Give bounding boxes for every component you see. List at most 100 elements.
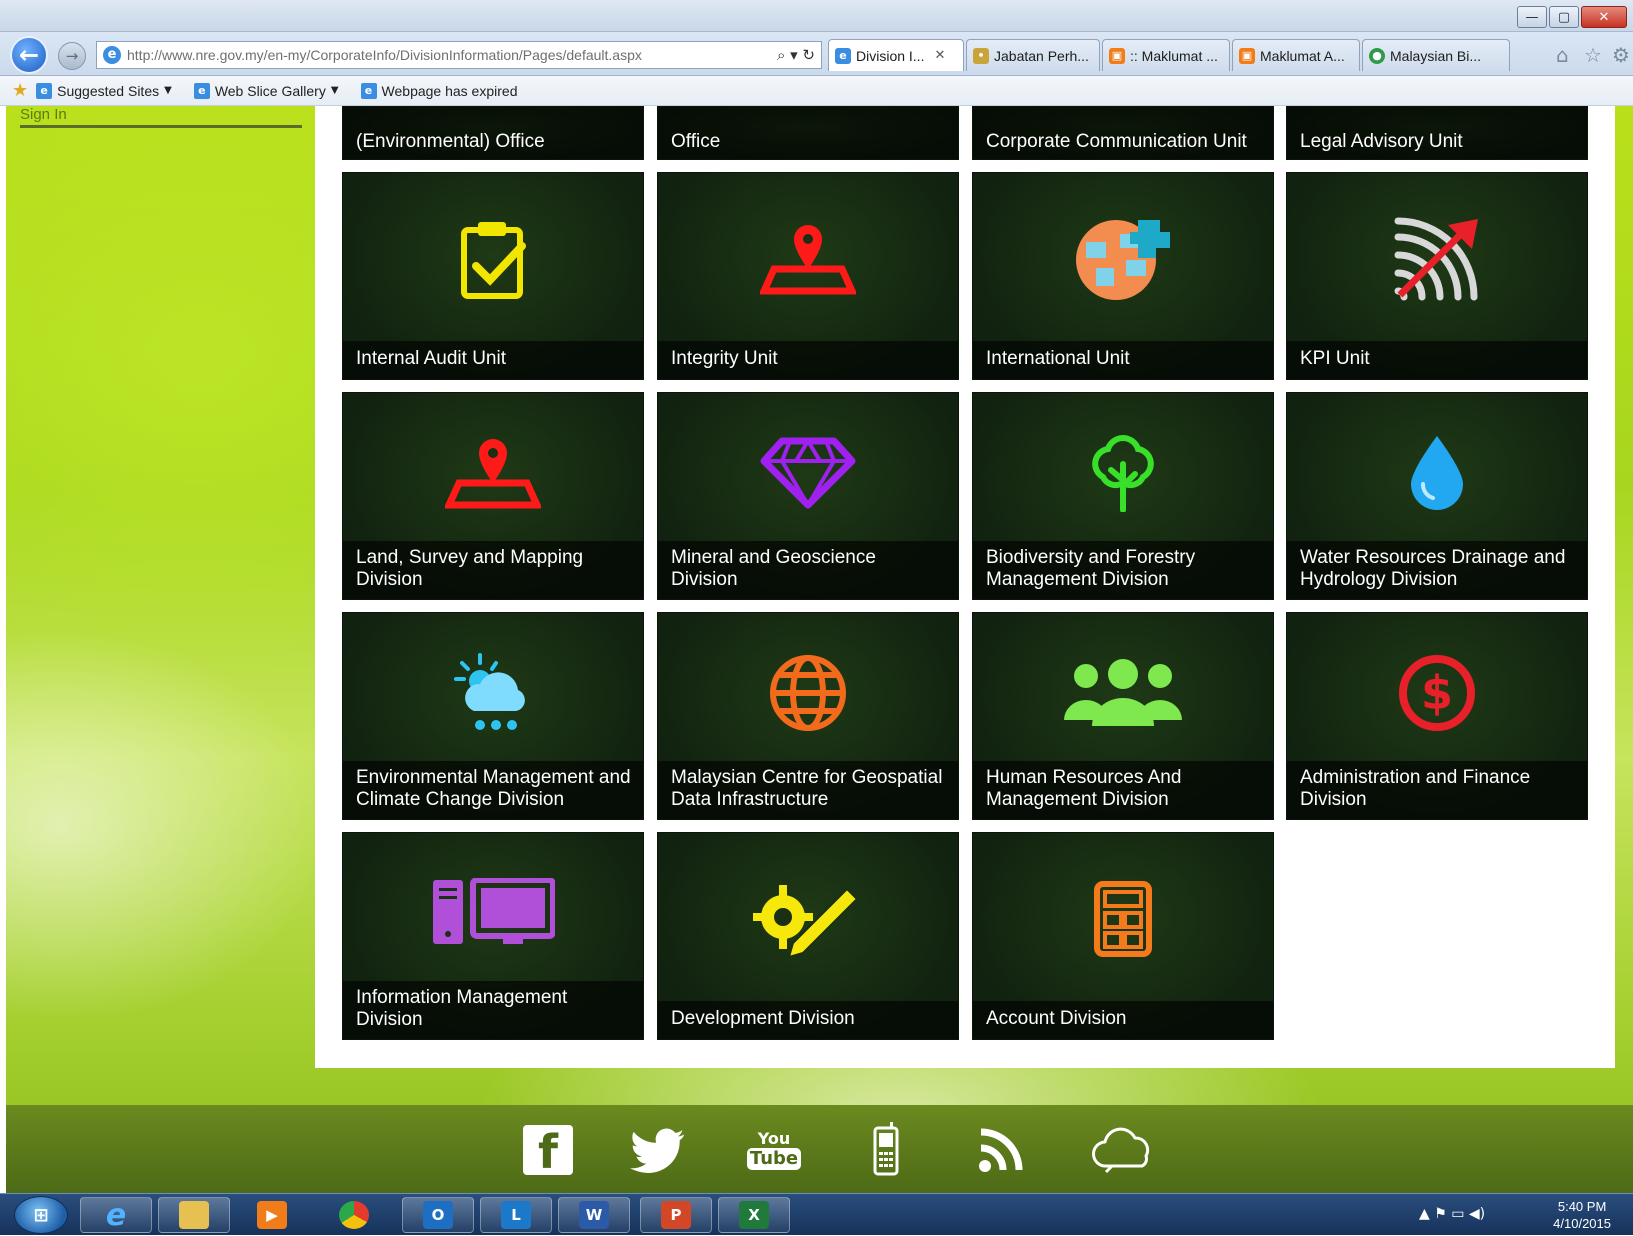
start-button[interactable]: ⊞ [14, 1196, 68, 1234]
signal-arrow-icon [1287, 173, 1587, 345]
site-icon: ▣ [1109, 47, 1125, 64]
window-title-bar: — ▢ ✕ [0, 0, 1633, 32]
tile-administration-finance[interactable]: $ Administration and Finance Division [1286, 612, 1588, 820]
tile-environmental-climate[interactable]: Environmental Management and Climate Cha… [342, 612, 644, 820]
people-group-icon [973, 613, 1273, 773]
chevron-down-icon: ▼ [330, 85, 339, 96]
address-bar[interactable]: e http://www.nre.gov.my/en-my/CorporateI… [96, 41, 822, 69]
dollar-circle-icon: $ [1287, 613, 1587, 773]
lync-icon: L [501, 1201, 531, 1229]
tile-international-unit[interactable]: International Unit [972, 172, 1274, 380]
close-tab-icon[interactable]: ✕ [934, 48, 945, 63]
taskbar-lync[interactable]: L [480, 1197, 552, 1233]
tile-account-division[interactable]: Account Division [972, 832, 1274, 1040]
water-drop-icon [1287, 393, 1587, 553]
tile-geospatial-data[interactable]: Malaysian Centre for Geospatial Data Inf… [657, 612, 959, 820]
tile-integrity-unit[interactable]: Integrity Unit [657, 172, 959, 380]
tile-label: KPI Unit [1287, 341, 1587, 379]
taskbar-media-player[interactable]: ▶ [236, 1197, 308, 1233]
tile-label: Malaysian Centre for Geospatial Data Inf… [658, 761, 958, 819]
taskbar-excel[interactable]: X [718, 1197, 790, 1233]
system-tray: ▲ ⚑ ▭ ◀) 5:40 PM 4/10/2015 [1415, 1194, 1625, 1236]
tab-label: Jabatan Perh... [994, 47, 1089, 64]
forward-button[interactable]: → [58, 42, 86, 70]
tab-maklumat-1[interactable]: ▣ :: Maklumat ... [1102, 39, 1230, 71]
site-icon: ▣ [1239, 47, 1255, 64]
facebook-icon[interactable]: f [520, 1123, 576, 1177]
diamond-icon [658, 393, 958, 553]
tab-label: Division I... [856, 47, 925, 64]
tile-office[interactable]: Office [657, 106, 959, 160]
tile-label: Internal Audit Unit [343, 341, 643, 379]
fav-suggested-sites[interactable]: e Suggested Sites ▼ [36, 82, 172, 99]
tile-label: Mineral and Geoscience Division [658, 541, 958, 599]
page-left-edge [0, 106, 6, 1192]
tab-malaysian-biodiversity[interactable]: ● Malaysian Bi... [1362, 39, 1510, 71]
settings-gear-icon[interactable]: ⚙ [1612, 43, 1630, 67]
tile-legal-advisory-unit[interactable]: Legal Advisory Unit [1286, 106, 1588, 160]
puzzle-globe-icon [973, 173, 1273, 345]
map-pin-icon [343, 393, 643, 553]
tile-land-survey-mapping[interactable]: Land, Survey and Mapping Division [342, 392, 644, 600]
back-button[interactable]: ← [10, 36, 48, 74]
fav-label: Webpage has expired [381, 82, 518, 99]
maximize-button[interactable]: ▢ [1549, 6, 1579, 28]
tile-biodiversity-forestry[interactable]: Biodiversity and Forestry Management Div… [972, 392, 1274, 600]
youtube-icon[interactable]: You Tube [746, 1123, 802, 1177]
page-body: Sign In (Environmental) Office Office Co… [0, 106, 1633, 1192]
tile-human-resources[interactable]: Human Resources And Management Division [972, 612, 1274, 820]
tile-label: Office [658, 107, 958, 159]
tile-label: Development Division [658, 1001, 958, 1039]
globe-icon [658, 613, 958, 773]
pin-icon: • [973, 47, 989, 64]
tile-development-division[interactable]: Development Division [657, 832, 959, 1040]
clock-date: 4/10/2015 [1553, 1216, 1611, 1231]
tile-corporate-communication-unit[interactable]: Corporate Communication Unit [972, 106, 1274, 160]
tab-maklumat-2[interactable]: ▣ Maklumat A... [1232, 39, 1360, 71]
gear-pencil-icon [658, 833, 958, 1005]
clock[interactable]: 5:40 PM 4/10/2015 [1553, 1198, 1611, 1232]
address-url[interactable]: http://www.nre.gov.my/en-my/CorporateInf… [127, 47, 777, 63]
tab-division-information[interactable]: e Division I... ✕ [828, 39, 964, 71]
close-window-button[interactable]: ✕ [1581, 6, 1627, 28]
taskbar-file-explorer[interactable] [158, 1197, 230, 1233]
taskbar-chrome[interactable] [318, 1197, 390, 1233]
excel-icon: X [739, 1201, 769, 1229]
tile-mineral-geoscience[interactable]: Mineral and Geoscience Division [657, 392, 959, 600]
twitter-icon[interactable] [630, 1123, 686, 1177]
tile-environmental-office[interactable]: (Environmental) Office [342, 106, 644, 160]
tray-icons[interactable]: ▲ ⚑ ▭ ◀) [1419, 1206, 1485, 1222]
tile-kpi-unit[interactable]: KPI Unit [1286, 172, 1588, 380]
tile-water-resources[interactable]: Water Resources Drainage and Hydrology D… [1286, 392, 1588, 600]
outlook-icon: O [423, 1201, 453, 1229]
favorites-star-icon[interactable]: ☆ [1584, 43, 1602, 67]
taskbar-word[interactable]: W [558, 1197, 630, 1233]
footer-social-bar: f You Tube [6, 1105, 1633, 1193]
tile-internal-audit-unit[interactable]: Internal Audit Unit [342, 172, 644, 380]
word-icon: W [579, 1201, 609, 1229]
address-search-refresh-icons[interactable]: ⌕ ▾ ↻ [777, 46, 821, 64]
tile-information-management[interactable]: Information Management Division [342, 832, 644, 1040]
ie-page-icon: e [103, 46, 121, 64]
chevron-down-icon: ▼ [164, 85, 172, 96]
minimize-button[interactable]: — [1517, 6, 1547, 28]
rss-icon[interactable] [974, 1123, 1030, 1177]
mobile-icon[interactable] [858, 1122, 914, 1177]
chrome-icon [339, 1201, 369, 1229]
fav-webpage-expired[interactable]: e Webpage has expired [360, 82, 518, 99]
tile-label: Human Resources And Management Division [973, 761, 1273, 819]
powerpoint-icon: P [661, 1201, 691, 1229]
taskbar-internet-explorer[interactable]: e [80, 1197, 152, 1233]
sign-in-link[interactable]: Sign In [20, 106, 302, 128]
taskbar-outlook[interactable]: O [402, 1197, 474, 1233]
tab-jabatan[interactable]: • Jabatan Perh... [966, 39, 1100, 71]
tile-label: Water Resources Drainage and Hydrology D… [1287, 541, 1587, 599]
tab-label: Malaysian Bi... [1390, 47, 1482, 64]
ie-page-icon: e [360, 82, 377, 99]
taskbar-powerpoint[interactable]: P [640, 1197, 712, 1233]
cloud-icon[interactable] [1086, 1123, 1156, 1177]
favorites-star-add-icon[interactable]: ★ [12, 80, 28, 101]
home-icon[interactable]: ⌂ [1556, 43, 1569, 67]
fav-web-slice-gallery[interactable]: e Web Slice Gallery ▼ [193, 82, 339, 99]
tile-label: International Unit [973, 341, 1273, 379]
